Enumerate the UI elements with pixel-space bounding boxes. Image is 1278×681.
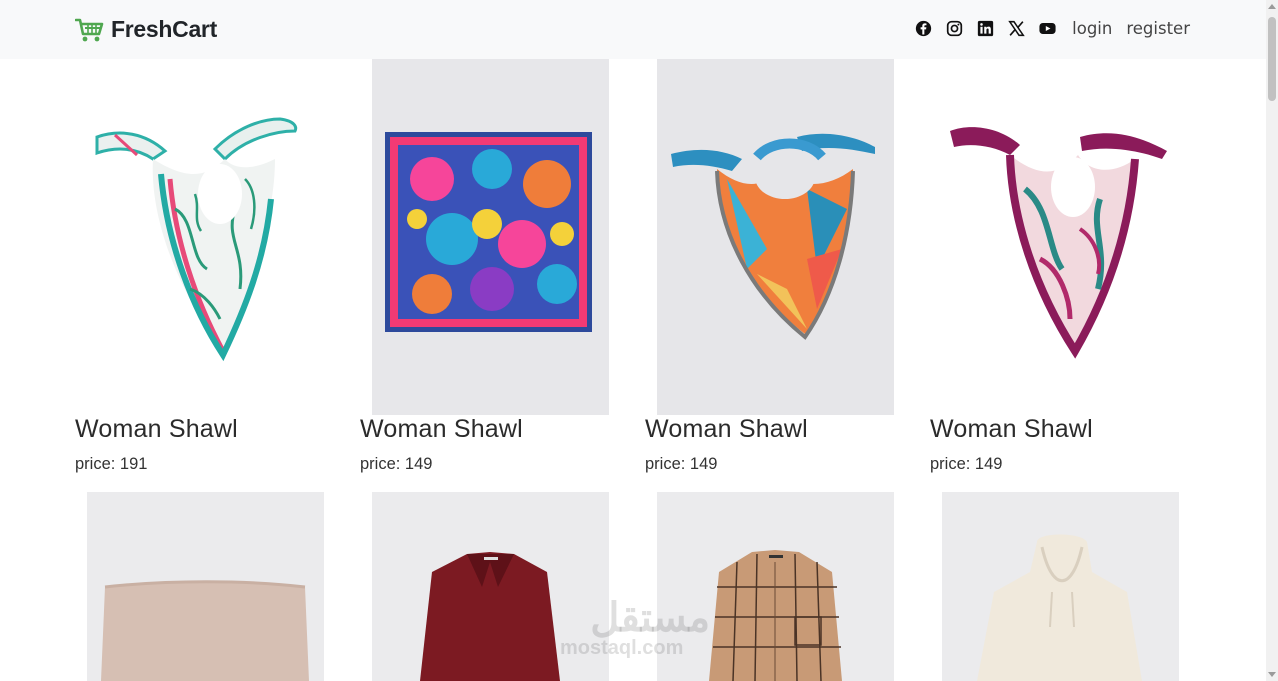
login-link[interactable]: login (1072, 19, 1112, 38)
scrollbar-thumb[interactable] (1268, 17, 1276, 101)
cart-icon (75, 18, 104, 41)
product-price: price: 149 (360, 455, 433, 473)
brand-logo[interactable]: FreshCart (75, 16, 217, 43)
product-image-white-teal-pink-shawl[interactable] (75, 59, 312, 415)
product-image-orange-teal-geometric-shawl[interactable] (657, 59, 894, 415)
product-price: price: 191 (75, 455, 148, 473)
product-title[interactable]: Woman Shawl (360, 415, 523, 444)
register-link[interactable]: register (1126, 19, 1190, 38)
x-icon[interactable] (1008, 20, 1025, 37)
product-price: price: 149 (645, 455, 718, 473)
product-price: price: 149 (930, 455, 1003, 473)
scroll-down-icon[interactable] (1268, 672, 1276, 677)
vertical-scrollbar[interactable] (1266, 0, 1278, 681)
scroll-up-icon[interactable] (1268, 4, 1276, 9)
nav-right: login register (915, 19, 1190, 38)
product-image-purple-pink-leaf-shawl[interactable] (930, 59, 1167, 415)
product-image-beige-folded-fabric[interactable] (87, 492, 324, 681)
product-image-cream-hoodie[interactable] (942, 492, 1179, 681)
instagram-icon[interactable] (946, 20, 963, 37)
linkedin-icon[interactable] (977, 20, 994, 37)
product-image-blue-pink-square-scarf[interactable] (372, 59, 609, 415)
product-title[interactable]: Woman Shawl (645, 415, 808, 444)
navbar: FreshCart login register (0, 0, 1266, 59)
product-title[interactable]: Woman Shawl (75, 415, 238, 444)
product-title[interactable]: Woman Shawl (930, 415, 1093, 444)
brand-name: FreshCart (111, 16, 217, 42)
facebook-icon[interactable] (915, 20, 932, 37)
watermark: مستقل mostaql.com (560, 595, 710, 660)
youtube-icon[interactable] (1039, 20, 1056, 37)
watermark-arabic: مستقل (590, 596, 710, 640)
